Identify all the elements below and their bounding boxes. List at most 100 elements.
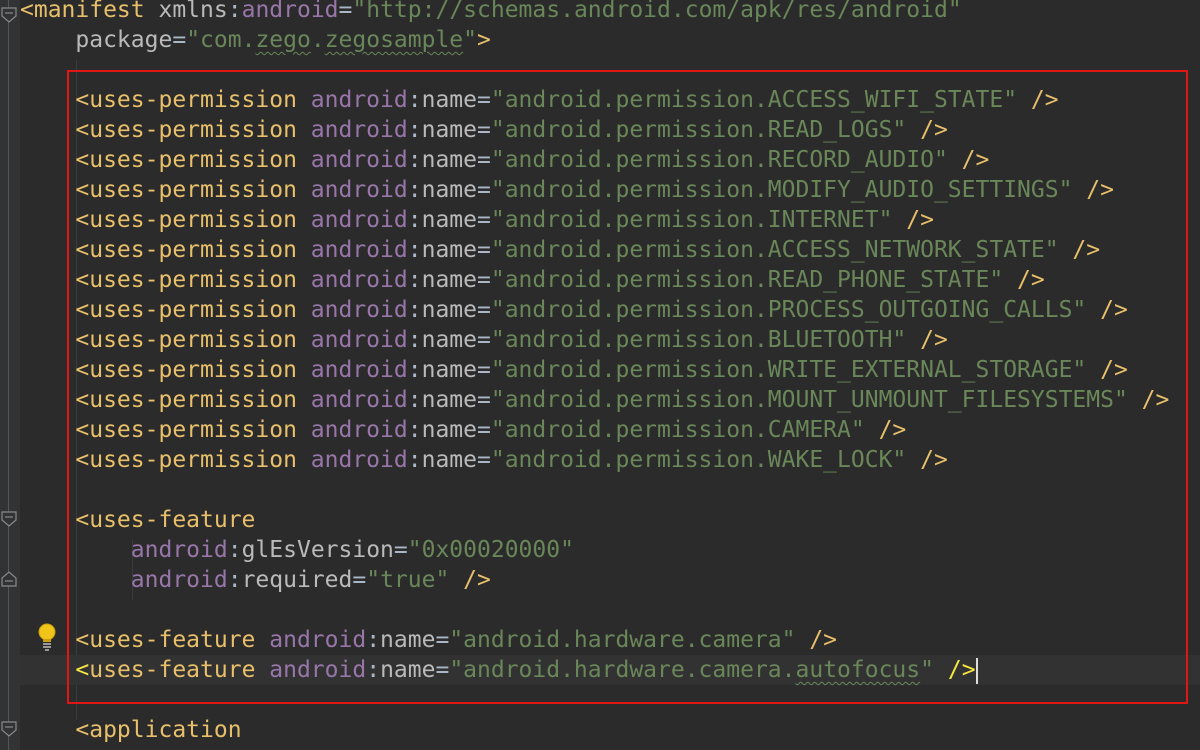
token: <uses-permission — [20, 177, 311, 203]
token: " — [463, 27, 478, 53]
token: = — [476, 267, 491, 293]
token: "android.permission.WRITE_EXTERNAL_STORA… — [490, 357, 1087, 383]
token: zego — [255, 27, 311, 53]
token: <uses-permission — [20, 447, 311, 473]
token: package — [75, 27, 173, 53]
code-line-perm-record-audio[interactable]: <uses-permission android:name="android.p… — [20, 145, 1200, 175]
token: name — [421, 387, 477, 413]
token: : — [407, 357, 422, 383]
code-line-perm-read-logs[interactable]: <uses-permission android:name="android.p… — [20, 115, 1200, 145]
token: "true" — [366, 567, 450, 593]
token: android — [310, 447, 408, 473]
token: <uses-permission — [20, 147, 311, 173]
token: name — [380, 627, 436, 653]
token: <uses-permission — [20, 357, 311, 383]
code-line-feature-open[interactable]: <uses-feature — [20, 505, 1200, 535]
code-line-manifest-package[interactable]: package="com.zego.zegosample"> — [20, 25, 1200, 55]
token: "android.permission.ACCESS_WIFI_STATE" — [490, 87, 1018, 113]
token: "android.permission.RECORD_AUDIO" — [490, 147, 948, 173]
code-line-blank-2[interactable] — [20, 475, 1200, 505]
code-line-perm-write-external-storage[interactable]: <uses-permission android:name="android.p… — [20, 355, 1200, 385]
fold-marker-icon[interactable] — [0, 720, 18, 738]
code-line-perm-read-phone-state[interactable]: <uses-permission android:name="android.p… — [20, 265, 1200, 295]
code-line-blank-4[interactable] — [20, 685, 1200, 715]
token: /> — [795, 627, 838, 653]
token: : — [407, 327, 422, 353]
code-line-feature-required[interactable]: android:required="true" /> — [20, 565, 1200, 595]
code-line-perm-access-wifi-state[interactable]: <uses-permission android:name="android.p… — [20, 85, 1200, 115]
token: "android.permission.BLUETOOTH" — [490, 327, 907, 353]
token: : — [407, 267, 422, 293]
token: android — [310, 357, 408, 383]
code-line-perm-bluetooth[interactable]: <uses-permission android:name="android.p… — [20, 325, 1200, 355]
code-line-perm-camera[interactable]: <uses-permission android:name="android.p… — [20, 415, 1200, 445]
token: = — [476, 447, 491, 473]
token: /> — [892, 207, 934, 233]
token: android — [310, 87, 408, 113]
token: < — [75, 657, 90, 683]
code-line-perm-process-outgoing-calls[interactable]: <uses-permission android:name="android.p… — [20, 295, 1200, 325]
token: : — [407, 207, 422, 233]
token: = — [172, 27, 187, 53]
code-line-perm-modify-audio-settings[interactable]: <uses-permission android:name="android.p… — [20, 175, 1200, 205]
token: "android.hardware.camera. — [449, 657, 796, 683]
token: android — [130, 537, 228, 563]
token: android — [269, 657, 367, 683]
fold-end-marker-icon[interactable] — [0, 570, 18, 588]
token: android — [269, 627, 367, 653]
code-line-application-open[interactable]: <application — [20, 715, 1200, 745]
code-line-feature-camera-autofocus[interactable]: <uses-feature android:name="android.hard… — [20, 655, 1200, 685]
token: : — [407, 387, 422, 413]
fold-marker-icon[interactable] — [0, 6, 18, 24]
token: <uses-permission — [20, 207, 311, 233]
token: /> — [906, 327, 948, 353]
token: /> — [1086, 357, 1128, 383]
token: <uses-permission — [20, 297, 311, 323]
token: = — [476, 357, 491, 383]
token: = — [476, 87, 491, 113]
token: : — [227, 537, 242, 563]
token: = — [476, 297, 491, 323]
token: /> — [947, 147, 990, 173]
token: = — [476, 147, 491, 173]
token: name — [380, 657, 436, 683]
token: android — [310, 117, 408, 143]
code-line-perm-access-network-state[interactable]: <uses-permission android:name="android.p… — [20, 235, 1200, 265]
token: "com. — [186, 27, 256, 53]
code-line-blank-1[interactable] — [20, 55, 1200, 85]
code-line-perm-internet[interactable]: <uses-permission android:name="android.p… — [20, 205, 1200, 235]
fold-marker-icon[interactable] — [0, 510, 18, 528]
token: /> — [864, 417, 907, 443]
token: = — [476, 207, 491, 233]
code-line-perm-wake-lock[interactable]: <uses-permission android:name="android.p… — [20, 445, 1200, 475]
token: "android.permission.MOUNT_UNMOUNT_FILESY… — [490, 387, 1128, 413]
token: <uses-feature — [20, 507, 256, 533]
code-line-perm-mount-unmount-filesystems[interactable]: <uses-permission android:name="android.p… — [20, 385, 1200, 415]
editor-gutter[interactable] — [0, 0, 20, 750]
token: <uses-permission — [20, 327, 311, 353]
token: name — [421, 417, 477, 443]
token: : — [366, 657, 381, 683]
token: android — [241, 0, 339, 23]
token: android — [310, 177, 408, 203]
text-caret — [975, 657, 978, 684]
token: android — [310, 207, 408, 233]
code-line-blank-3[interactable] — [20, 595, 1200, 625]
token: name — [421, 327, 477, 353]
token: name — [421, 117, 477, 143]
code-line-manifest-open[interactable]: <manifest xmlns:android="http://schemas.… — [20, 0, 1200, 25]
token: "android.permission.READ_PHONE_STATE" — [490, 267, 1004, 293]
code-editor[interactable]: <manifest xmlns:android="http://schemas.… — [0, 0, 1200, 750]
gutter-divider — [8, 0, 9, 750]
token: required — [241, 567, 353, 593]
token: autofocus — [795, 657, 921, 683]
code-line-feature-camera[interactable]: <uses-feature android:name="android.hard… — [20, 625, 1200, 655]
token: name — [421, 447, 477, 473]
token: : — [407, 447, 422, 473]
lightbulb-icon[interactable] — [36, 622, 58, 652]
code-line-feature-gles[interactable]: android:glEsVersion="0x00020000" — [20, 535, 1200, 565]
token: "android.hardware.camera" — [449, 627, 796, 653]
